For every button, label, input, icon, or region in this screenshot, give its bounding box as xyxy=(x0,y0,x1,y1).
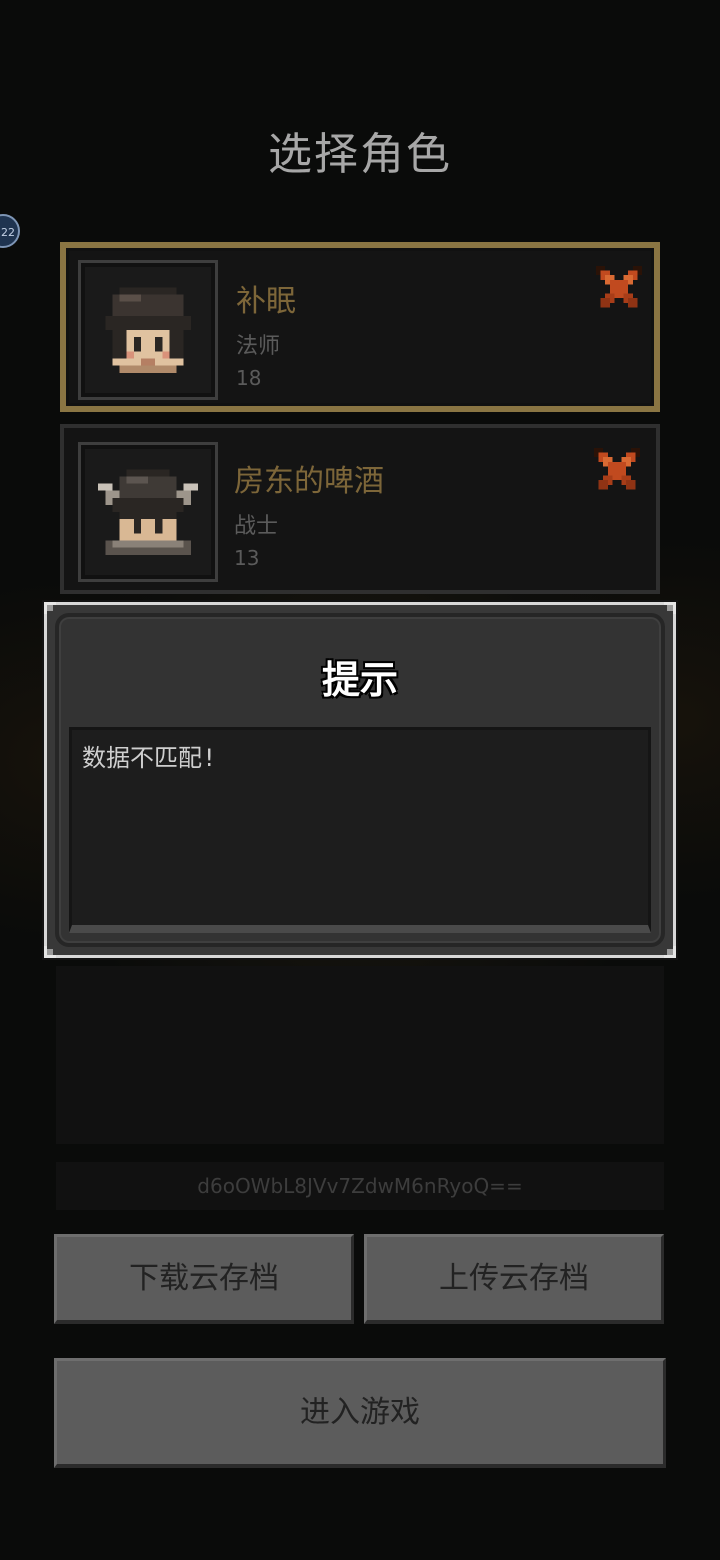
character-name: 补眠 xyxy=(236,284,296,319)
enter-game-button[interactable]: 进入游戏 xyxy=(54,1358,666,1468)
download-cloud-save-button[interactable]: 下载云存档 xyxy=(54,1234,354,1324)
character-card-2[interactable]: 房东的啤酒 战士 13 xyxy=(60,424,660,594)
close-x-icon xyxy=(596,266,642,308)
character-portrait xyxy=(78,442,218,582)
helmet-mage-icon xyxy=(105,287,191,373)
horned-helmet-warrior-icon xyxy=(98,469,198,555)
download-cloud-save-label: 下载云存档 xyxy=(129,1261,279,1296)
character-class: 战士 xyxy=(234,514,279,539)
dialog-message-box: 数据不匹配! xyxy=(69,727,651,933)
enter-game-label: 进入游戏 xyxy=(300,1395,420,1430)
character-card-1[interactable]: 补眠 法师 18 xyxy=(60,242,660,412)
upload-cloud-save-label: 上传云存档 xyxy=(439,1261,589,1296)
character-level: 13 xyxy=(234,546,260,570)
save-token: d6oOWbL8JVv7ZdwM6nRyoQ== xyxy=(197,1174,523,1198)
dialog-title: 提示 xyxy=(321,658,398,702)
save-token-bar: d6oOWbL8JVv7ZdwM6nRyoQ== xyxy=(56,1162,664,1210)
character-list: 补眠 法师 18 房东的啤酒 战士 13 xyxy=(60,242,660,606)
page-title: 选择角色 xyxy=(268,129,452,180)
upload-cloud-save-button[interactable]: 上传云存档 xyxy=(364,1234,664,1324)
character-level: 18 xyxy=(236,366,262,390)
alert-dialog[interactable]: 提示 数据不匹配! xyxy=(44,602,676,958)
character-portrait xyxy=(78,260,218,400)
close-x-icon xyxy=(594,448,640,490)
delete-character-button[interactable] xyxy=(596,266,642,312)
dialog-message: 数据不匹配! xyxy=(82,744,217,772)
delete-character-button[interactable] xyxy=(594,448,640,494)
character-class: 法师 xyxy=(236,334,281,359)
character-name: 房东的啤酒 xyxy=(234,464,384,499)
empty-character-slot xyxy=(56,966,664,1144)
